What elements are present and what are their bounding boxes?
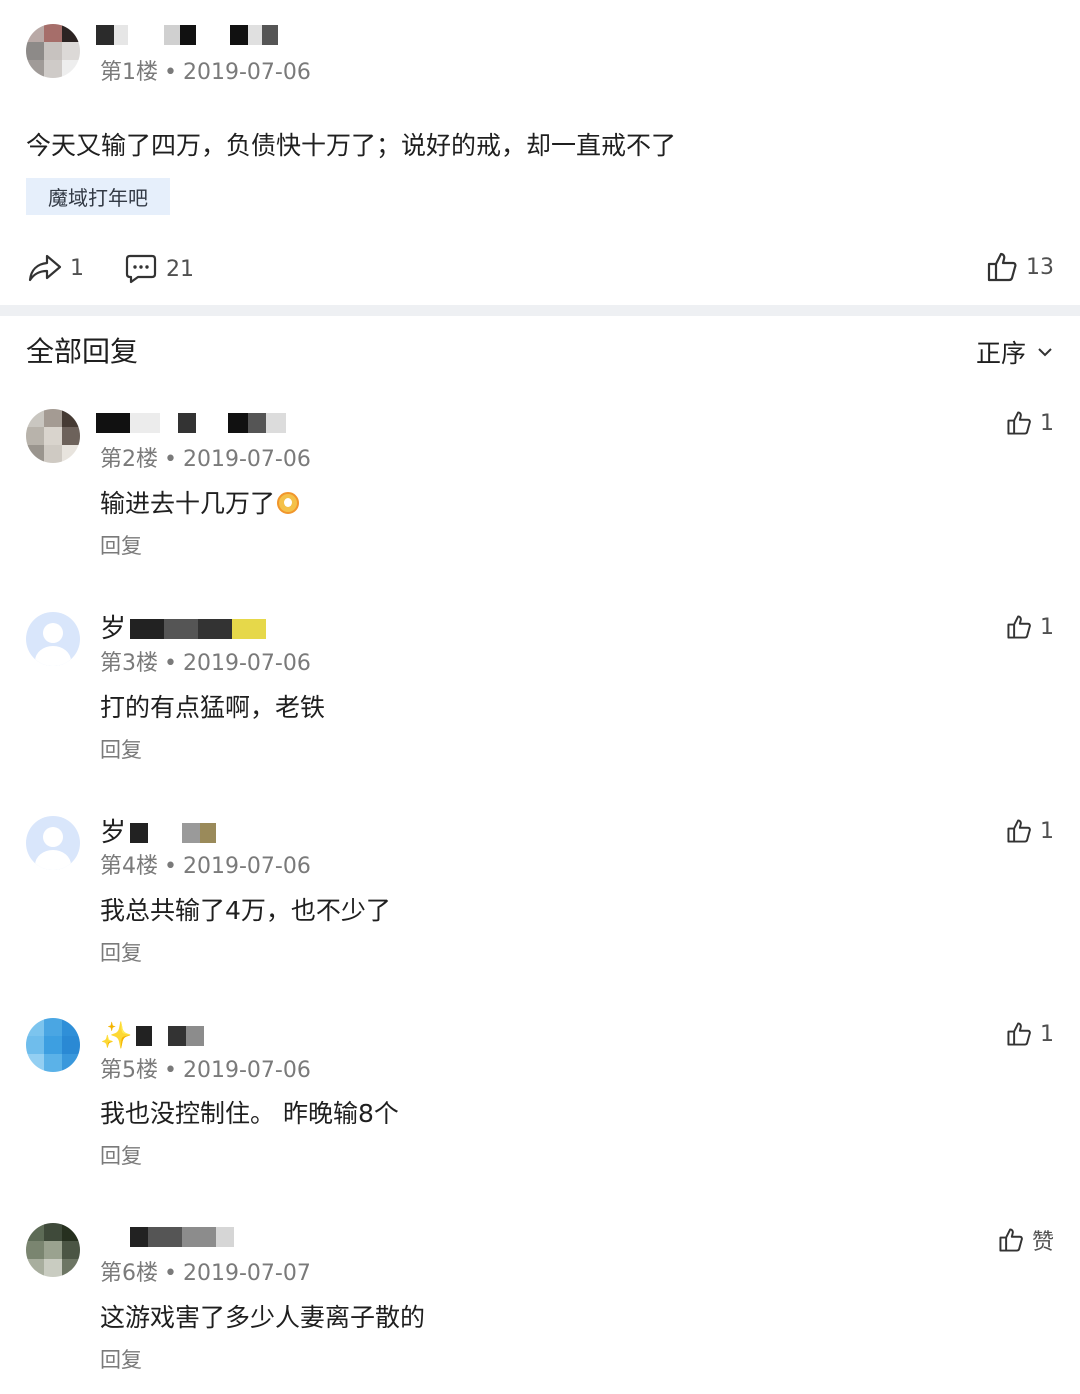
default-avatar-head bbox=[43, 827, 63, 847]
reply-avatar[interactable] bbox=[26, 1223, 80, 1277]
reply-button[interactable]: 回复 bbox=[100, 1140, 142, 1170]
reply-button[interactable]: 回复 bbox=[100, 1344, 142, 1374]
reply-button[interactable]: 回复 bbox=[100, 734, 142, 764]
reply-content: 我总共输了4万，也不少了 bbox=[100, 896, 391, 925]
share-button[interactable]: 1 bbox=[28, 253, 84, 283]
reply-avatar[interactable] bbox=[26, 409, 80, 463]
reply-like-button[interactable]: 1 bbox=[1006, 410, 1054, 436]
thumbs-up-icon bbox=[1007, 615, 1031, 639]
reply-like-button[interactable]: 1 bbox=[1006, 818, 1054, 844]
share-count: 1 bbox=[70, 255, 84, 281]
meta-separator: • bbox=[164, 651, 177, 676]
reply-author-name-redacted[interactable]: ✨ bbox=[100, 1021, 205, 1051]
default-avatar-head bbox=[43, 623, 63, 643]
reply-avatar-default[interactable] bbox=[26, 612, 80, 666]
post-author-avatar[interactable] bbox=[26, 24, 80, 78]
reply-button[interactable]: 回复 bbox=[100, 937, 142, 967]
section-divider bbox=[0, 305, 1080, 316]
reply-like-count: 1 bbox=[1040, 614, 1054, 640]
forum-tag[interactable]: 魔域打年吧 bbox=[26, 178, 170, 215]
reply-like-button[interactable]: 赞 bbox=[998, 1224, 1054, 1256]
reply-content: 打的有点猛啊，老铁 bbox=[100, 693, 326, 722]
reply-date: 2019-07-06 bbox=[182, 854, 311, 879]
post-date: 2019-07-06 bbox=[182, 60, 311, 85]
reply-like-count: 1 bbox=[1040, 1021, 1054, 1047]
share-icon bbox=[28, 254, 62, 282]
default-avatar-body bbox=[35, 646, 71, 666]
reply-author-name-redacted[interactable]: 岁 bbox=[100, 614, 267, 644]
reply-date: 2019-07-06 bbox=[182, 1058, 311, 1083]
scared-face-emoji-icon bbox=[277, 492, 300, 514]
reply-button[interactable]: 回复 bbox=[100, 530, 142, 560]
meta-separator: • bbox=[164, 854, 177, 879]
reply-author-name-redacted[interactable]: 岁 bbox=[100, 818, 217, 848]
reply-date: 2019-07-07 bbox=[182, 1261, 311, 1286]
reply-date: 2019-07-06 bbox=[182, 651, 311, 676]
reply-meta: 第2楼 • 2019-07-06 bbox=[100, 441, 311, 473]
comment-button[interactable]: 21 bbox=[124, 253, 194, 285]
name-prefix: ✨ bbox=[100, 1021, 133, 1051]
reply-content: 这游戏害了多少人妻离子散的 bbox=[100, 1303, 426, 1332]
thumbs-up-icon bbox=[1007, 819, 1031, 843]
reply-like-count: 1 bbox=[1040, 410, 1054, 436]
reply-content: 输进去十几万了 bbox=[100, 484, 300, 520]
post-author-name-redacted[interactable] bbox=[96, 20, 278, 50]
thumbs-up-icon bbox=[1007, 1022, 1031, 1046]
thumbs-up-icon bbox=[999, 1228, 1023, 1252]
reply-floor: 第2楼 bbox=[100, 447, 158, 472]
post-content: 今天又输了四万，负债快十万了；说好的戒，却一直戒不了 bbox=[26, 131, 677, 160]
reply-like-label: 赞 bbox=[1031, 1230, 1054, 1255]
reply-content: 我也没控制住。 昨晚输8个 bbox=[100, 1099, 399, 1128]
reply-author-name-redacted[interactable] bbox=[96, 1222, 234, 1252]
reply-avatar[interactable] bbox=[26, 1018, 80, 1072]
post-like-button[interactable]: 13 bbox=[986, 251, 1054, 283]
sort-label: 正序 bbox=[975, 339, 1026, 368]
reply-floor: 第6楼 bbox=[100, 1261, 158, 1286]
name-prefix: 岁 bbox=[100, 818, 127, 848]
reply-like-count: 1 bbox=[1040, 818, 1054, 844]
reply-meta: 第5楼 • 2019-07-06 bbox=[100, 1052, 311, 1084]
meta-separator: • bbox=[164, 60, 177, 85]
thumbs-up-icon bbox=[987, 252, 1017, 282]
comment-count: 21 bbox=[166, 256, 194, 282]
sort-dropdown[interactable]: 正序 bbox=[976, 334, 1054, 370]
name-prefix: 岁 bbox=[100, 614, 127, 644]
chevron-down-icon bbox=[1038, 348, 1052, 357]
all-replies-title: 全部回复 bbox=[26, 335, 139, 368]
comment-icon bbox=[125, 254, 157, 284]
post-meta: 第1楼 • 2019-07-06 bbox=[100, 54, 311, 86]
reply-text: 输进去十几万了 bbox=[100, 489, 276, 518]
reply-floor: 第3楼 bbox=[100, 651, 158, 676]
post-floor: 第1楼 bbox=[100, 60, 158, 85]
reply-meta: 第3楼 • 2019-07-06 bbox=[100, 645, 311, 677]
meta-separator: • bbox=[164, 447, 177, 472]
reply-meta: 第6楼 • 2019-07-07 bbox=[100, 1255, 311, 1287]
reply-like-button[interactable]: 1 bbox=[1006, 1021, 1054, 1047]
reply-avatar-default[interactable] bbox=[26, 816, 80, 870]
reply-date: 2019-07-06 bbox=[182, 447, 311, 472]
meta-separator: • bbox=[164, 1058, 177, 1083]
meta-separator: • bbox=[164, 1261, 177, 1286]
reply-floor: 第4楼 bbox=[100, 854, 158, 879]
default-avatar-body bbox=[35, 850, 71, 870]
reply-meta: 第4楼 • 2019-07-06 bbox=[100, 848, 311, 880]
reply-like-button[interactable]: 1 bbox=[1006, 614, 1054, 640]
reply-floor: 第5楼 bbox=[100, 1058, 158, 1083]
thumbs-up-icon bbox=[1007, 411, 1031, 435]
reply-author-name-redacted[interactable] bbox=[96, 408, 286, 438]
post-like-count: 13 bbox=[1026, 254, 1054, 280]
